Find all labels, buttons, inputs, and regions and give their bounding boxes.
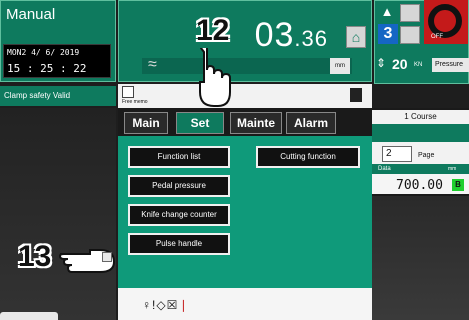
off-label: OFF	[431, 34, 443, 40]
footer-status-icons: ♀!◇☒❘	[142, 298, 189, 312]
function-list-button[interactable]: Function list	[128, 146, 230, 168]
memo-label: Free memo	[122, 99, 148, 105]
callout-12: 12	[196, 14, 230, 47]
tab-set[interactable]: Set	[176, 112, 224, 134]
tool-icon: ♀	[142, 298, 152, 312]
clamp-icon[interactable]	[400, 4, 420, 22]
position-integer: 03	[254, 16, 295, 54]
pulse-handle-button[interactable]: Pulse handle	[128, 233, 230, 255]
data-value: 700.00	[396, 178, 443, 193]
position-unit: mm	[330, 58, 350, 74]
course-list-background	[372, 196, 469, 320]
course-bar	[372, 124, 469, 142]
date-text: MON2 4/ 6/ 2019	[7, 48, 80, 57]
bottom-tab-handle[interactable]	[0, 312, 58, 320]
pressure-unit: KN	[414, 62, 423, 68]
memo-edit-icon[interactable]	[350, 88, 362, 102]
position-bar	[142, 58, 352, 74]
hand-pointer-right-icon	[58, 249, 116, 273]
pressure-value: 20	[392, 56, 408, 72]
knife-icon: ▲	[380, 4, 394, 19]
clamp-mode-icon[interactable]	[400, 26, 420, 44]
tab-alarm[interactable]: Alarm	[286, 112, 336, 134]
course-number[interactable]: 1 Course	[372, 110, 469, 124]
page-label: Page	[418, 152, 435, 159]
tab-mainte[interactable]: Mainte	[230, 112, 282, 134]
time-text: 15 : 25 : 22	[7, 62, 87, 75]
cutting-function-button[interactable]: Cutting function	[256, 146, 360, 168]
cut-count-badge: 3	[378, 24, 398, 44]
pedal-pressure-button[interactable]: Pedal pressure	[128, 175, 230, 197]
page-number-field[interactable]: 2	[382, 146, 412, 162]
approx-icon: ≈	[148, 56, 157, 73]
home-icon[interactable]: ⌂	[346, 26, 366, 48]
mode-label: Manual	[6, 6, 56, 23]
clamp-safety-status: Clamp safety Valid	[0, 86, 116, 106]
memo-bar[interactable]	[118, 84, 372, 108]
oil-icon: ◇	[156, 298, 167, 312]
warning-icon: ❘	[178, 298, 190, 312]
pressure-icon: ⇕	[376, 56, 387, 70]
memo-icon[interactable]	[122, 86, 134, 98]
hand-pointer-icon	[199, 48, 231, 107]
data-unit: mm	[448, 166, 457, 172]
position-decimal: .36	[294, 26, 328, 51]
tab-main[interactable]: Main	[124, 112, 168, 134]
off-icon	[428, 4, 462, 38]
callout-13: 13	[18, 240, 52, 273]
cross-icon: ☒	[166, 298, 179, 312]
data-badge: B	[452, 179, 464, 191]
datetime-display: MON2 4/ 6/ 2019 15 : 25 : 22	[3, 44, 111, 78]
pressure-label: Pressure	[432, 58, 469, 72]
knife-change-counter-button[interactable]: Knife change counter	[128, 204, 230, 226]
pulse-handle-indicator	[102, 252, 112, 262]
left-panel-background	[0, 108, 116, 320]
